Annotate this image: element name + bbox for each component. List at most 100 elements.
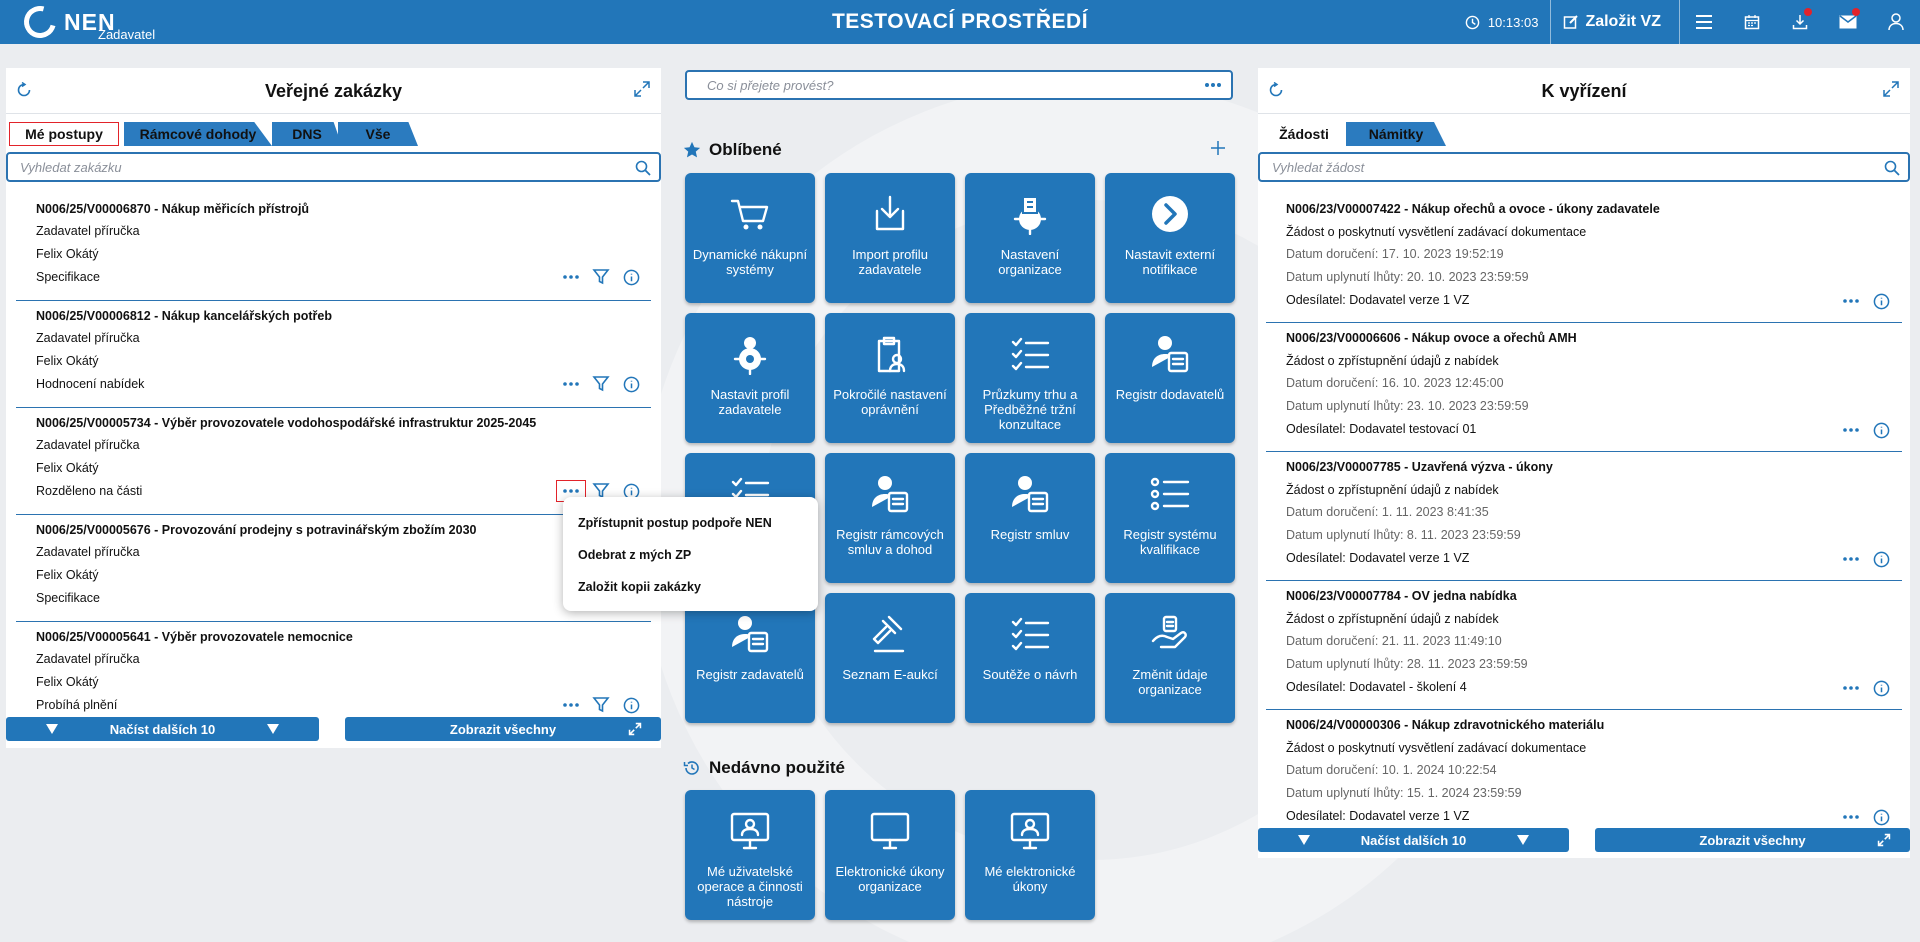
- item-actions: [1836, 419, 1896, 441]
- info-button[interactable]: [616, 373, 646, 395]
- more-actions-button[interactable]: [556, 373, 586, 395]
- tile-import[interactable]: Import profilu zadavatele: [825, 173, 955, 303]
- tile-checklist[interactable]: Soutěže o návrh: [965, 593, 1095, 723]
- contract-list-item[interactable]: N006/25/V00006812 - Nákup kancelářských …: [16, 301, 651, 408]
- calendar-button[interactable]: [1728, 0, 1776, 44]
- more-actions-button[interactable]: [556, 694, 586, 716]
- request-search-input[interactable]: Vyhledat žádost: [1258, 152, 1910, 182]
- user-button[interactable]: [1872, 0, 1920, 44]
- contract-title[interactable]: N006/25/V00005734 - Výběr provozovatele …: [36, 416, 536, 430]
- tab-objections[interactable]: Námitky: [1346, 122, 1446, 146]
- monitor-icon: [870, 812, 910, 850]
- request-list-item[interactable]: N006/23/V00007422 - Nákup ořechů a ovoce…: [1266, 194, 1902, 323]
- contract-list-item[interactable]: N006/25/V00005734 - Výběr provozovatele …: [16, 408, 651, 515]
- tile-user-card[interactable]: Registr zadavatelů: [685, 593, 815, 723]
- downloads-button[interactable]: [1776, 0, 1824, 44]
- add-favorite-icon[interactable]: [1210, 140, 1226, 156]
- tile-cart[interactable]: Dynamické nákupní systémy: [685, 173, 815, 303]
- filter-button[interactable]: [586, 266, 616, 288]
- deadline-date: Datum uplynutí lhůty: 15. 1. 2024 23:59:…: [1286, 786, 1522, 800]
- info-button[interactable]: [1866, 419, 1896, 441]
- request-type: Žádost o zpřístupnění údajů z nabídek: [1286, 612, 1499, 626]
- request-title[interactable]: N006/23/V00007785 - Uzavřená výzva - úko…: [1286, 460, 1553, 474]
- menu-item-remove-from-my[interactable]: Odebrat z mých ZP: [578, 548, 691, 562]
- request-title[interactable]: N006/23/V00007784 - OV jedna nabídka: [1286, 589, 1517, 603]
- expand-icon[interactable]: [1882, 80, 1900, 98]
- more-actions-button[interactable]: [1836, 677, 1866, 699]
- create-vz-button[interactable]: Založit VZ: [1551, 0, 1680, 44]
- item-actions: [556, 373, 646, 395]
- more-actions-button[interactable]: [1836, 290, 1866, 312]
- filter-icon: [592, 269, 610, 285]
- sender: Odesílatel: Dodavatel verze 1 VZ: [1286, 293, 1470, 307]
- panel-title: Veřejné zakázky: [264, 81, 403, 101]
- request-title[interactable]: N006/24/V00000306 - Nákup zdravotnického…: [1286, 718, 1604, 732]
- tab-my-procedures[interactable]: Mé postupy: [9, 122, 119, 146]
- info-button[interactable]: [1866, 290, 1896, 312]
- request-list-item[interactable]: N006/24/V00000306 - Nákup zdravotnického…: [1266, 710, 1902, 832]
- more-actions-button[interactable]: [1836, 806, 1866, 828]
- contract-list-item[interactable]: N006/25/V00006870 - Nákup měřicích příst…: [16, 194, 651, 301]
- filter-button[interactable]: [586, 694, 616, 716]
- tile-label: Změnit údaje organizace: [1132, 667, 1208, 697]
- responsible-person: Felix Okátý: [36, 675, 99, 689]
- tile-org-gear[interactable]: Nastavení organizace: [965, 173, 1095, 303]
- tile-monitor[interactable]: Elektronické úkony organizace: [825, 790, 955, 920]
- tile-monitor-user[interactable]: Mé uživatelské operace a činnosti nástro…: [685, 790, 815, 920]
- tile-checklist[interactable]: Průzkumy trhu a Předběžné tržní konzulta…: [965, 313, 1095, 443]
- search-icon[interactable]: [1884, 160, 1900, 176]
- tile-user-card[interactable]: Registr smluv: [965, 453, 1095, 583]
- more-actions-button[interactable]: [1836, 419, 1866, 441]
- expand-icon[interactable]: [633, 80, 651, 98]
- show-all-label: Zobrazit všechny: [1699, 832, 1806, 848]
- request-title[interactable]: N006/23/V00006606 - Nákup ovoce a ořechů…: [1286, 331, 1577, 345]
- filter-button[interactable]: [586, 373, 616, 395]
- info-button[interactable]: [1866, 677, 1896, 699]
- messages-button[interactable]: [1824, 0, 1872, 44]
- tab-all[interactable]: Vše: [338, 122, 418, 146]
- more-dots-icon[interactable]: [1203, 76, 1223, 94]
- tab-dns[interactable]: DNS: [272, 122, 342, 146]
- tile-user-card[interactable]: Registr rámcových smluv a dohod: [825, 453, 955, 583]
- request-list-item[interactable]: N006/23/V00006606 - Nákup ovoce a ořechů…: [1266, 323, 1902, 452]
- tab-framework-agreements[interactable]: Rámcové dohody: [124, 122, 272, 146]
- action-search-input[interactable]: Co si přejete provést?: [685, 70, 1233, 100]
- tile-label: Dynamické nákupní systémy: [692, 247, 808, 277]
- tile-monitor-user[interactable]: Mé elektronické úkony: [965, 790, 1095, 920]
- info-button[interactable]: [616, 694, 646, 716]
- show-all-contracts-button[interactable]: Zobrazit všechny: [345, 717, 661, 741]
- tile-arrow-circle[interactable]: Nastavit externí notifikace: [1105, 173, 1235, 303]
- contract-list-item[interactable]: N006/25/V00005676 - Provozování prodejny…: [16, 515, 651, 622]
- contract-list-item[interactable]: N006/25/V00005641 - Výběr provozovatele …: [16, 622, 651, 718]
- tab-requests[interactable]: Žádosti: [1264, 122, 1344, 146]
- info-button[interactable]: [1866, 806, 1896, 828]
- tile-user-card[interactable]: Registr dodavatelů: [1105, 313, 1235, 443]
- tile-list[interactable]: Registr systému kvalifikace: [1105, 453, 1235, 583]
- contract-title[interactable]: N006/25/V00006812 - Nákup kancelářských …: [36, 309, 332, 323]
- user-card-icon: [1152, 336, 1189, 373]
- contract-title[interactable]: N006/25/V00006870 - Nákup měřicích příst…: [36, 202, 309, 216]
- contract-title[interactable]: N006/25/V00005676 - Provozování prodejny…: [36, 523, 476, 537]
- load-more-contracts-button[interactable]: Načíst dalších 10: [6, 717, 319, 741]
- request-title[interactable]: N006/23/V00007422 - Nákup ořechů a ovoce…: [1286, 202, 1660, 216]
- procedure-context-menu: Zpřístupnit postup podpoře NEN Odebrat z…: [563, 497, 818, 611]
- search-icon[interactable]: [635, 160, 651, 176]
- load-more-requests-button[interactable]: Načíst dalších 10: [1258, 828, 1569, 852]
- show-all-requests-button[interactable]: Zobrazit všechny: [1595, 828, 1910, 852]
- more-actions-button[interactable]: [1836, 548, 1866, 570]
- tile-gavel[interactable]: Seznam E-aukcí: [825, 593, 955, 723]
- contract-search-input[interactable]: Vyhledat zakázku: [6, 152, 661, 182]
- tile-org-hand[interactable]: Změnit údaje organizace: [1105, 593, 1235, 723]
- info-button[interactable]: [616, 266, 646, 288]
- tile-profile-gear[interactable]: Nastavit profil zadavatele: [685, 313, 815, 443]
- more-actions-button[interactable]: [556, 266, 586, 288]
- contracting-authority: Zadavatel příručka: [36, 331, 140, 345]
- menu-item-copy-contract[interactable]: Založit kopii zakázky: [578, 580, 701, 594]
- contract-title[interactable]: N006/25/V00005641 - Výběr provozovatele …: [36, 630, 353, 644]
- tile-clipboard-user[interactable]: Pokročilé nastavení oprávnění: [825, 313, 955, 443]
- menu-button[interactable]: [1680, 0, 1728, 44]
- info-button[interactable]: [1866, 548, 1896, 570]
- request-list-item[interactable]: N006/23/V00007785 - Uzavřená výzva - úko…: [1266, 452, 1902, 581]
- request-list-item[interactable]: N006/23/V00007784 - OV jedna nabídka Žádo…: [1266, 581, 1902, 710]
- menu-item-share-with-support[interactable]: Zpřístupnit postup podpoře NEN: [578, 516, 772, 530]
